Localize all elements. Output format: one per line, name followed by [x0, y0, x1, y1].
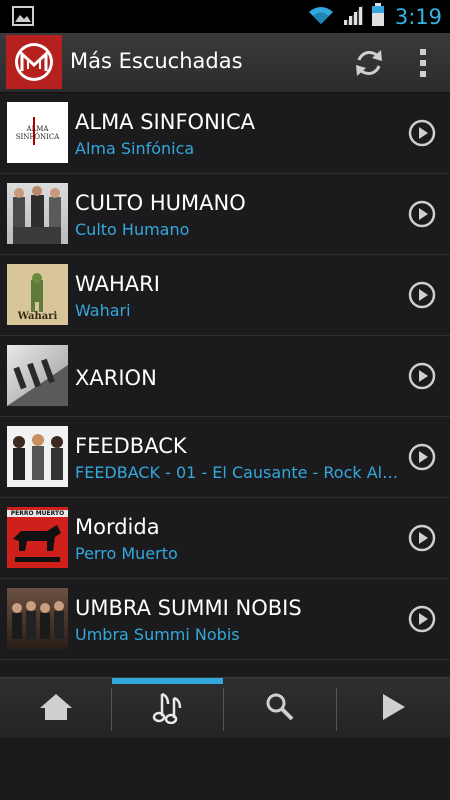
item-subtitle: Perro Muerto [75, 544, 178, 563]
list-item[interactable]: UMBRA SUMMI NOBIS Umbra Summi Nobis [0, 579, 450, 660]
album-thumbnail: ALMA SINFÓNICA [7, 102, 68, 163]
item-subtitle: Wahari [75, 301, 131, 320]
album-thumbnail [7, 183, 68, 244]
item-subtitle: Culto Humano [75, 220, 190, 239]
list-item[interactable]: PERRO MUERTO Mordida Perro Muerto [0, 498, 450, 579]
play-circle-icon[interactable] [408, 443, 436, 471]
bottom-tab-bar [0, 677, 450, 739]
item-subtitle: Umbra Summi Nobis [75, 625, 240, 644]
tab-home[interactable] [0, 678, 111, 739]
play-circle-icon[interactable] [408, 119, 436, 147]
overflow-menu-icon[interactable] [410, 45, 436, 81]
play-circle-icon[interactable] [408, 281, 436, 309]
empty-area [0, 738, 450, 800]
tab-search[interactable] [224, 678, 335, 739]
clock-time: 3:19 [394, 4, 442, 29]
home-icon [38, 692, 74, 726]
tab-play[interactable] [337, 678, 448, 739]
list-item[interactable]: Wahari WAHARI Wahari [0, 255, 450, 336]
item-title: CULTO HUMANO [75, 191, 246, 215]
item-subtitle: Alma Sinfónica [75, 139, 195, 158]
item-title: XARION [75, 366, 157, 390]
track-list: ALMA SINFÓNICA ALMA SINFONICA Alma Sinfó… [0, 93, 450, 660]
search-icon [265, 692, 295, 726]
item-title: ALMA SINFONICA [75, 110, 255, 134]
item-title: WAHARI [75, 272, 160, 296]
list-item[interactable]: FEEDBACK FEEDBACK - 01 - El Causante - R… [0, 417, 450, 498]
item-title: UMBRA SUMMI NOBIS [75, 596, 302, 620]
app-logo-icon[interactable] [6, 35, 62, 89]
refresh-icon[interactable] [352, 46, 386, 80]
tab-music[interactable] [112, 678, 223, 739]
album-thumbnail: Wahari [7, 264, 68, 325]
play-circle-icon[interactable] [408, 524, 436, 552]
item-title: Mordida [75, 515, 160, 539]
item-title: FEEDBACK [75, 434, 187, 458]
play-circle-icon[interactable] [408, 362, 436, 390]
thumbnail-logo-text: Wahari [17, 311, 58, 322]
list-item[interactable]: CULTO HUMANO Culto Humano [0, 174, 450, 255]
action-bar: Más Escuchadas [0, 33, 450, 93]
album-thumbnail [7, 426, 68, 487]
play-circle-icon[interactable] [408, 605, 436, 633]
item-subtitle: FEEDBACK - 01 - El Causante - Rock Alter… [75, 463, 400, 482]
thumbnail-logo-text: ALMA SINFÓNICA [15, 125, 60, 141]
page-title: Más Escuchadas [70, 49, 243, 73]
music-note-icon [152, 690, 184, 728]
battery-icon [371, 2, 385, 31]
play-icon [379, 692, 407, 726]
image-icon [12, 6, 34, 30]
play-circle-icon[interactable] [408, 200, 436, 228]
list-item[interactable]: XARION [0, 336, 450, 417]
signal-icon [341, 4, 365, 30]
album-thumbnail: PERRO MUERTO [7, 507, 68, 568]
album-thumbnail [7, 345, 68, 406]
status-bar: 3:19 [0, 0, 450, 33]
wifi-icon [307, 4, 335, 30]
album-thumbnail [7, 588, 68, 649]
list-item[interactable]: ALMA SINFÓNICA ALMA SINFONICA Alma Sinfó… [0, 93, 450, 174]
